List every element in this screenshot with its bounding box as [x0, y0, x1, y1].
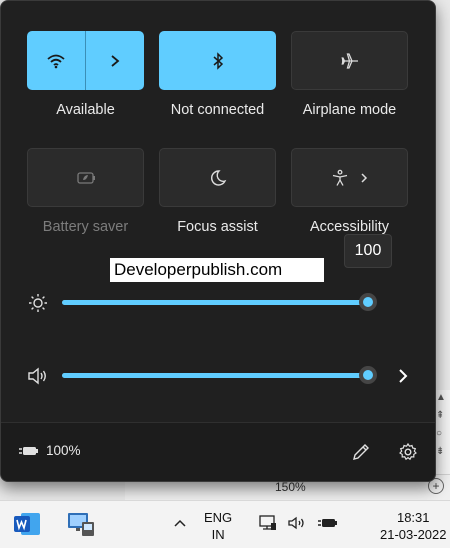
quick-settings-panel: Available Not connected Airplane mode Ba…: [0, 0, 436, 482]
scroll-up-icon: ▲: [436, 392, 446, 403]
wifi-toggle[interactable]: [27, 31, 85, 90]
chevron-up-icon[interactable]: [172, 515, 188, 531]
brightness-tooltip: 100: [344, 234, 392, 268]
speaker-icon: [288, 516, 304, 530]
language-indicator[interactable]: ENG IN: [204, 509, 232, 543]
battery-icon: [318, 519, 337, 527]
chevron-right-icon: [360, 172, 367, 183]
battery-saver-label: Battery saver: [42, 219, 129, 235]
gear-icon[interactable]: [398, 442, 418, 462]
brightness-thumb[interactable]: [359, 293, 377, 311]
chevron-right-icon: [111, 54, 120, 67]
scroll-next-icon: ⇟: [436, 446, 445, 457]
word-app-icon[interactable]: [13, 512, 41, 536]
accessibility-label: Accessibility: [310, 219, 389, 235]
wifi-expand[interactable]: [86, 31, 144, 90]
volume-thumb[interactable]: [359, 366, 377, 384]
bluetooth-label: Not connected: [170, 102, 265, 118]
airplane-mode-label: Airplane mode: [302, 102, 397, 118]
airplane-mode-tile[interactable]: [291, 31, 408, 90]
pencil-icon[interactable]: [351, 442, 371, 462]
brightness-track[interactable]: [62, 293, 377, 311]
volume-slider[interactable]: [26, 364, 426, 388]
volume-track[interactable]: [62, 366, 377, 384]
accessibility-tile[interactable]: [291, 148, 408, 207]
battery-charging-icon: [19, 446, 38, 455]
wifi-tile[interactable]: [27, 31, 144, 90]
battery-status[interactable]: 100%: [18, 443, 81, 458]
quick-settings-footer: 100%: [1, 422, 435, 481]
moon-icon: [210, 169, 226, 186]
battery-percentage: 100%: [46, 443, 81, 458]
battery-saver-tile[interactable]: [27, 148, 144, 207]
network-icon: [259, 515, 276, 530]
brightness-slider[interactable]: [26, 291, 426, 315]
scroll-prev-icon: ⇞: [436, 410, 445, 421]
volume-fill: [62, 373, 368, 378]
taskbar: ENG IN 18:31 21-03-2022: [0, 500, 450, 548]
bluetooth-tile[interactable]: [159, 31, 276, 90]
clock[interactable]: 18:31 21-03-2022: [380, 509, 447, 543]
audio-output-chevron-icon[interactable]: [394, 366, 412, 386]
region-code: IN: [211, 527, 225, 542]
airplane-icon: [340, 52, 358, 69]
wifi-icon: [47, 54, 65, 68]
brightness-icon: [29, 294, 47, 312]
speaker-icon: [28, 367, 46, 385]
zoom-level: 150%: [275, 480, 306, 494]
brightness-fill: [62, 300, 368, 305]
battery-saver-icon: [76, 171, 95, 184]
watermark-text: Developerpublish.com: [110, 258, 324, 282]
remote-desktop-icon[interactable]: [66, 510, 96, 538]
wifi-label: Available: [56, 102, 115, 118]
focus-assist-tile[interactable]: [159, 148, 276, 207]
clock-time: 18:31: [396, 510, 430, 525]
accessibility-icon: [332, 169, 347, 186]
focus-assist-label: Focus assist: [177, 219, 258, 235]
system-tray[interactable]: [259, 515, 339, 531]
language-code: ENG: [204, 510, 233, 525]
bluetooth-icon: [213, 51, 223, 70]
clock-date: 21-03-2022: [380, 527, 447, 542]
scroll-dot-icon: ○: [436, 428, 443, 439]
